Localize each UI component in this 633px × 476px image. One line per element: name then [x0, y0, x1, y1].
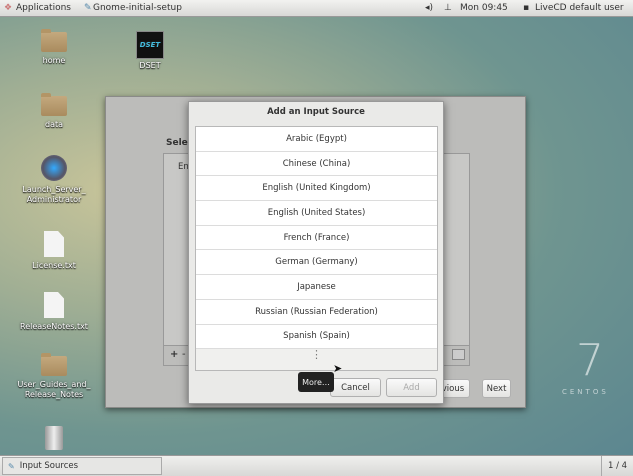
folder-icon — [41, 353, 67, 376]
list-item[interactable]: Chinese (China) — [196, 152, 437, 177]
text-file-icon — [44, 292, 64, 318]
mouse-cursor-icon: ➤ — [333, 362, 343, 375]
folder-link-icon — [41, 93, 67, 116]
more-row[interactable]: ⋮ — [196, 348, 437, 371]
window-title-menu[interactable]: Gnome-initial-setup — [93, 3, 182, 13]
desktop-icon-releasenotes[interactable]: ReleaseNotes.txt — [14, 292, 94, 332]
folder-icon — [41, 29, 67, 52]
apps-icon: ❖ — [4, 3, 13, 13]
input-source-list: Arabic (Egypt) Chinese (China) English (… — [195, 126, 438, 371]
user-icon: ▪ — [523, 3, 530, 13]
applications-menu[interactable]: Applications — [16, 3, 71, 13]
network-icon[interactable]: ⊥ — [444, 3, 452, 13]
centos-wordmark: CENTOS — [562, 388, 609, 396]
remove-source-button[interactable]: - — [182, 349, 186, 360]
icon-label: ReleaseNotes.txt — [20, 322, 88, 331]
text-file-icon — [44, 231, 64, 257]
trash-icon — [45, 426, 63, 450]
icon-label: User_Guides_and_ Release_Notes — [17, 380, 91, 399]
app-icon: ✎ — [8, 461, 15, 471]
add-button[interactable]: Add — [386, 378, 437, 397]
list-item[interactable]: Spanish (Spain) — [196, 325, 437, 350]
more-tooltip: More… — [298, 372, 334, 392]
dialog-title: Add an Input Source — [267, 107, 365, 117]
next-button[interactable]: Next — [482, 379, 511, 398]
clock[interactable]: Mon 09:45 — [460, 3, 508, 13]
list-item[interactable]: Russian (Russian Federation) — [196, 300, 437, 325]
icon-label: data — [44, 120, 64, 129]
add-input-source-dialog: Add an Input Source Arabic (Egypt) Chine… — [188, 101, 444, 404]
taskbar-item-input-sources[interactable]: ✎ Input Sources — [2, 457, 162, 475]
add-source-button[interactable]: + — [170, 349, 178, 360]
keyboard-icon[interactable] — [452, 349, 465, 360]
centos-version: 7 — [576, 335, 604, 386]
app-icon: ✎ — [84, 3, 92, 13]
desktop-icon-launch-server[interactable]: Launch_Server_ Administrator — [14, 155, 94, 205]
list-item[interactable]: English (United Kingdom) — [196, 176, 437, 202]
dset-logo: DSET — [136, 31, 164, 59]
desktop-icon-home[interactable]: home — [14, 29, 94, 66]
volume-icon[interactable]: ◂) — [425, 3, 433, 13]
list-item[interactable]: German (Germany) — [196, 250, 437, 276]
desktop-icon-user-guides[interactable]: User_Guides_and_ Release_Notes — [14, 353, 94, 400]
list-item[interactable]: Arabic (Egypt) — [196, 127, 437, 152]
server-admin-icon — [41, 155, 67, 181]
icon-label: License.txt — [32, 261, 76, 270]
user-menu[interactable]: LiveCD default user — [535, 3, 624, 13]
desktop-icon-data[interactable]: data — [14, 93, 94, 130]
icon-label: home — [42, 56, 66, 65]
taskbar-item-label: Input Sources — [19, 461, 79, 471]
desktop-icon-license[interactable]: License.txt — [14, 231, 94, 271]
icon-label: Launch_Server_ Administrator — [22, 185, 86, 204]
list-item[interactable]: Japanese — [196, 275, 437, 300]
workspace-indicator[interactable]: 1 / 4 — [601, 456, 633, 476]
cancel-button[interactable]: Cancel — [330, 378, 381, 397]
icon-label: DSET — [139, 61, 161, 70]
desktop-icon-dset[interactable]: DSET DSET — [110, 31, 190, 71]
top-bar: ❖ Applications ✎ Gnome-initial-setup ◂) … — [0, 0, 633, 17]
list-item[interactable]: French (France) — [196, 226, 437, 251]
taskbar: ✎ Input Sources 1 / 4 — [0, 455, 633, 476]
desktop-icon-trash[interactable] — [14, 426, 94, 450]
more-dots-icon: ⋮ — [311, 348, 322, 362]
list-item[interactable]: English (United States) — [196, 201, 437, 226]
